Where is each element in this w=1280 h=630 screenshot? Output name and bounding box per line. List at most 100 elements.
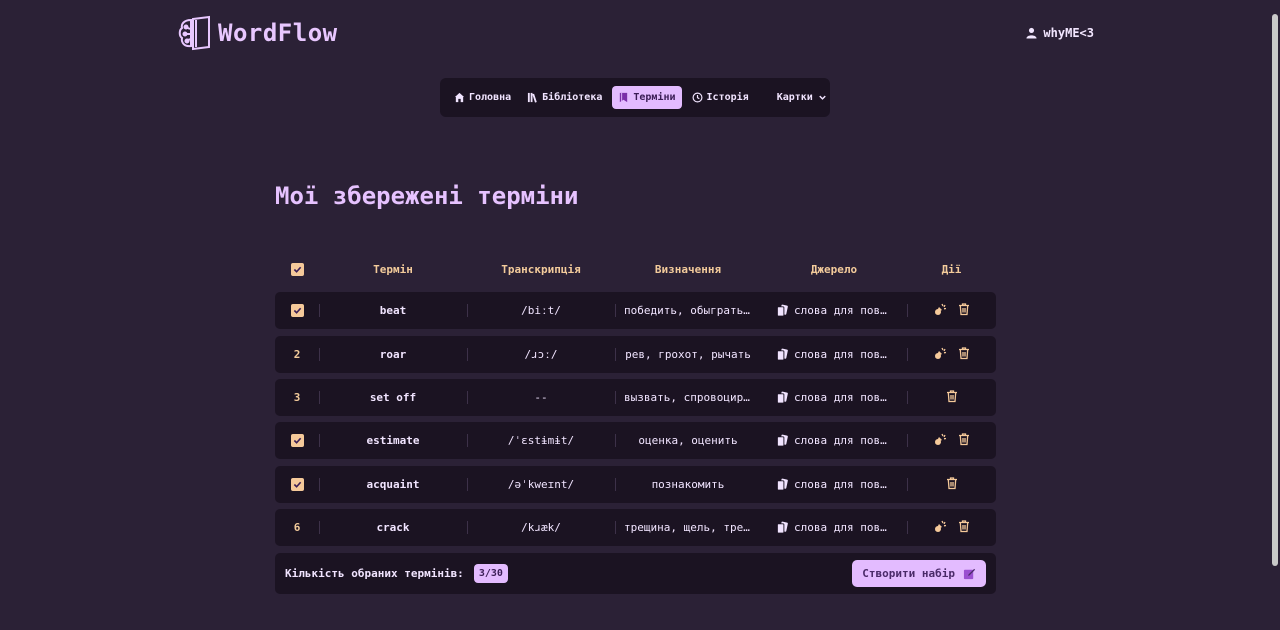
library-icon xyxy=(528,92,537,103)
logo[interactable]: WordFlow xyxy=(178,14,338,52)
delete-button[interactable] xyxy=(957,519,971,536)
source-text: слова для повторення xyxy=(794,478,892,491)
nav-home[interactable]: Головна xyxy=(448,86,517,109)
definition-text: вызвать, спровоцировать xyxy=(624,391,752,404)
table-row[interactable]: acquaint /əˈkweɪnt/ познакомить слова дл… xyxy=(275,466,996,503)
row-index[interactable]: 3 xyxy=(294,391,301,404)
row-index[interactable]: 2 xyxy=(294,348,301,361)
nav-library[interactable]: Бібліотека xyxy=(521,86,608,109)
row-checkbox[interactable] xyxy=(290,478,304,491)
term-text: crack xyxy=(376,521,410,534)
scrollbar-track[interactable] xyxy=(1270,0,1280,630)
source-text: слова для повторення xyxy=(794,304,892,317)
page-title: Мої збережені терміни xyxy=(275,182,579,210)
table-row[interactable]: 6 crack /kɹæk/ трещина, щель, треснуть с… xyxy=(275,509,996,546)
bookmark-icon xyxy=(620,92,628,103)
transcription-text: /ɹɔː/ xyxy=(524,348,558,361)
practice-icon xyxy=(934,520,946,532)
source-link[interactable]: слова для повторення xyxy=(776,348,892,361)
delete-button[interactable] xyxy=(957,346,971,363)
source-link[interactable]: слова для повторення xyxy=(776,304,892,317)
term-text: roar xyxy=(379,348,407,361)
term-text: set off xyxy=(369,391,417,404)
header-actions: Дії xyxy=(941,262,962,276)
term-text: beat xyxy=(379,304,407,317)
trash-icon xyxy=(946,390,957,403)
user-menu[interactable]: whyME<3 xyxy=(1026,26,1094,40)
source-link[interactable]: слова для повторення xyxy=(776,391,892,404)
definition-text: оценка, оценить xyxy=(638,434,738,447)
delete-button[interactable] xyxy=(957,302,971,319)
definition-text: познакомить xyxy=(651,478,725,491)
header-source: Джерело xyxy=(810,262,858,276)
source-text: слова для повторення xyxy=(794,434,892,447)
table-header: Термін Транскрипція Визначення Джерело Д… xyxy=(275,255,996,283)
cards-icon xyxy=(776,304,788,317)
cards-icon xyxy=(776,348,788,361)
transcription-text: /əˈkweɪnt/ xyxy=(507,478,575,491)
scrollbar-thumb[interactable] xyxy=(1272,14,1278,566)
practice-icon xyxy=(934,433,946,445)
row-checkbox[interactable] xyxy=(290,304,304,317)
practice-button[interactable] xyxy=(933,519,947,536)
edit-square-icon xyxy=(963,568,976,580)
definition-text: трещина, щель, треснуть xyxy=(624,521,752,534)
nav-terms[interactable]: Терміни xyxy=(612,86,682,109)
create-set-button[interactable]: Створити набір xyxy=(852,560,986,587)
check-icon xyxy=(293,307,301,314)
cards-icon xyxy=(776,434,788,447)
user-name: whyME<3 xyxy=(1043,26,1094,40)
header-definition: Визначення xyxy=(654,262,722,276)
row-checkbox[interactable] xyxy=(290,434,304,447)
nav-terms-label: Терміни xyxy=(633,92,676,103)
source-text: слова для повторення xyxy=(794,348,892,361)
table-footer: Кількість обраних термінів: 3/30 Створит… xyxy=(275,553,996,594)
user-icon xyxy=(1026,27,1037,39)
nav-cards-label: Картки xyxy=(776,92,813,103)
delete-button[interactable] xyxy=(945,476,959,493)
practice-button[interactable] xyxy=(933,302,947,319)
nav-history-label: Історія xyxy=(706,92,749,103)
trash-icon xyxy=(958,303,969,316)
trash-icon xyxy=(958,347,969,360)
source-link[interactable]: слова для повторення xyxy=(776,478,892,491)
table-row[interactable]: 3 set off -- вызвать, спровоцировать сло… xyxy=(275,379,996,416)
selected-count-badge: 3/30 xyxy=(473,564,508,583)
definition-text: победить, обыграть, бить xyxy=(624,304,752,317)
source-link[interactable]: слова для повторення xyxy=(776,521,892,534)
row-index[interactable]: 6 xyxy=(294,521,301,534)
table-row[interactable]: estimate /ˈɛstɨmɨt/ оценка, оценить слов… xyxy=(275,422,996,459)
practice-button[interactable] xyxy=(933,432,947,449)
table-row[interactable]: 2 roar /ɹɔː/ рев, грохот, рычать слова д… xyxy=(275,336,996,373)
check-icon xyxy=(293,266,301,273)
row-actions xyxy=(933,302,971,319)
nav-history[interactable]: Історія xyxy=(686,86,755,109)
nav-cards-dropdown[interactable]: Картки xyxy=(771,86,834,109)
row-actions xyxy=(945,476,959,493)
transcription-text: /ˈɛstɨmɨt/ xyxy=(507,434,575,447)
definition-text: рев, грохот, рычать xyxy=(625,348,751,361)
source-text: слова для повторення xyxy=(794,391,892,404)
select-all-checkbox[interactable] xyxy=(290,262,304,276)
trash-icon xyxy=(958,520,969,533)
chevron-down-icon xyxy=(819,95,826,100)
source-link[interactable]: слова для повторення xyxy=(776,434,892,447)
trash-icon xyxy=(946,477,957,490)
selected-count-label: Кількість обраних термінів: xyxy=(285,567,464,580)
main-nav: Головна Бібліотека Терміни Історія Картк… xyxy=(440,78,830,117)
header-transcription: Транскрипція xyxy=(501,262,581,276)
delete-button[interactable] xyxy=(945,389,959,406)
practice-button[interactable] xyxy=(933,346,947,363)
delete-button[interactable] xyxy=(957,432,971,449)
table-row[interactable]: beat /biːt/ победить, обыграть, бить сло… xyxy=(275,292,996,329)
row-actions xyxy=(933,432,971,449)
nav-library-label: Бібліотека xyxy=(542,92,603,103)
history-icon xyxy=(692,92,703,103)
transcription-text: /biːt/ xyxy=(521,304,561,317)
practice-icon xyxy=(934,303,946,315)
check-icon xyxy=(293,481,301,488)
nav-home-label: Головна xyxy=(469,92,512,103)
app-name: WordFlow xyxy=(218,19,338,47)
cards-icon xyxy=(776,478,788,491)
create-set-label: Створити набір xyxy=(862,567,955,580)
